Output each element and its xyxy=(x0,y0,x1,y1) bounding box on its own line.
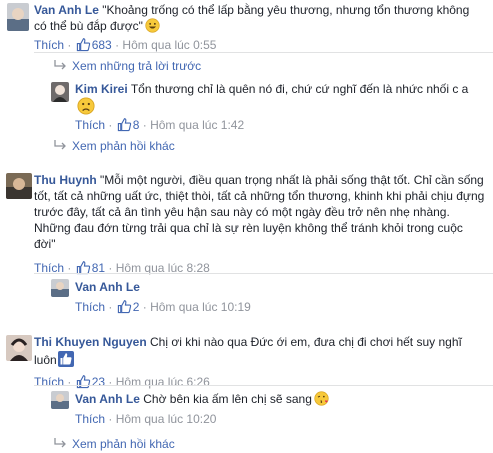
author-name[interactable]: Van Anh Le xyxy=(34,3,99,17)
author-name[interactable]: Van Anh Le xyxy=(75,392,140,406)
like-count-icon xyxy=(117,118,131,132)
reply-body: Tổn thương chỉ là quên nó đi, chứ cứ ngh… xyxy=(130,82,469,96)
like-count[interactable]: 8 xyxy=(133,118,140,132)
avatar[interactable] xyxy=(51,82,69,102)
separator: · xyxy=(67,38,72,52)
reply-meta: Thích · Hôm qua lúc 10:20 xyxy=(75,412,217,426)
like-button[interactable]: Thích xyxy=(75,300,105,314)
view-more-replies-link[interactable]: Xem phản hồi khác xyxy=(52,436,175,452)
timestamp[interactable]: Hôm qua lúc 1:42 xyxy=(150,118,244,132)
comment-text: Van Anh Le "Khoảng trống có thể lấp bằng… xyxy=(34,2,484,34)
timestamp[interactable]: Hôm qua lúc 0:55 xyxy=(122,38,216,52)
reply-text: Van Anh Le Chờ bên kia ấm lên chị sẽ san… xyxy=(75,391,475,407)
author-name[interactable]: Thu Huynh xyxy=(34,173,97,187)
grinning-face-emoji xyxy=(145,18,160,33)
comment-body: "Mỗi một người, điều quan trọng nhất là … xyxy=(34,173,485,251)
reply-arrow-icon xyxy=(54,438,66,448)
like-count[interactable]: 683 xyxy=(92,38,112,52)
like-count-icon xyxy=(76,38,90,52)
avatar[interactable] xyxy=(51,279,69,297)
avatar[interactable] xyxy=(6,173,32,199)
reply-arrow-icon xyxy=(54,60,66,70)
thumbs-up-emoji xyxy=(57,351,74,367)
like-button[interactable]: Thích xyxy=(75,118,105,132)
like-count-icon xyxy=(117,300,131,314)
view-previous-replies-link[interactable]: Xem những trả lời trước xyxy=(52,58,201,74)
like-button[interactable]: Thích xyxy=(34,38,64,52)
reply-text: Van Anh Le xyxy=(75,279,475,295)
reply-arrow-icon xyxy=(54,140,66,150)
like-button[interactable]: Thích xyxy=(75,412,105,426)
avatar[interactable] xyxy=(6,335,32,361)
comment-text: Thi Khuyen Nguyen Chị ơi khi nào qua Đức… xyxy=(34,334,486,368)
blowing-kiss-emoji xyxy=(314,391,329,406)
view-more-replies-link[interactable]: Xem phản hồi khác xyxy=(52,138,175,154)
timestamp[interactable]: Hôm qua lúc 10:19 xyxy=(150,300,251,314)
comment-meta: Thích · 683 · Hôm qua lúc 0:55 xyxy=(34,38,217,52)
frowning-face-emoji xyxy=(77,97,95,115)
like-count[interactable]: 2 xyxy=(133,300,140,314)
comment-text: Thu Huynh "Mỗi một người, điều quan trọn… xyxy=(34,172,486,252)
avatar[interactable] xyxy=(51,391,69,409)
author-name[interactable]: Van Anh Le xyxy=(75,280,140,294)
reply-meta: Thích · 8 · Hôm qua lúc 1:42 xyxy=(75,118,245,132)
reply-text: Kim Kirei Tổn thương chỉ là quên nó đi, … xyxy=(75,81,475,97)
reply-meta: Thích · 2 · Hôm qua lúc 10:19 xyxy=(75,300,251,314)
author-name[interactable]: Thi Khuyen Nguyen xyxy=(34,335,147,349)
comment-body: "Khoảng trống có thể lấp bằng yêu thương… xyxy=(34,3,470,33)
author-name[interactable]: Kim Kirei xyxy=(75,82,128,96)
timestamp[interactable]: Hôm qua lúc 10:20 xyxy=(116,412,217,426)
reply-body: Chờ bên kia ấm lên chị sẽ sang xyxy=(143,392,312,406)
avatar[interactable] xyxy=(7,3,29,31)
